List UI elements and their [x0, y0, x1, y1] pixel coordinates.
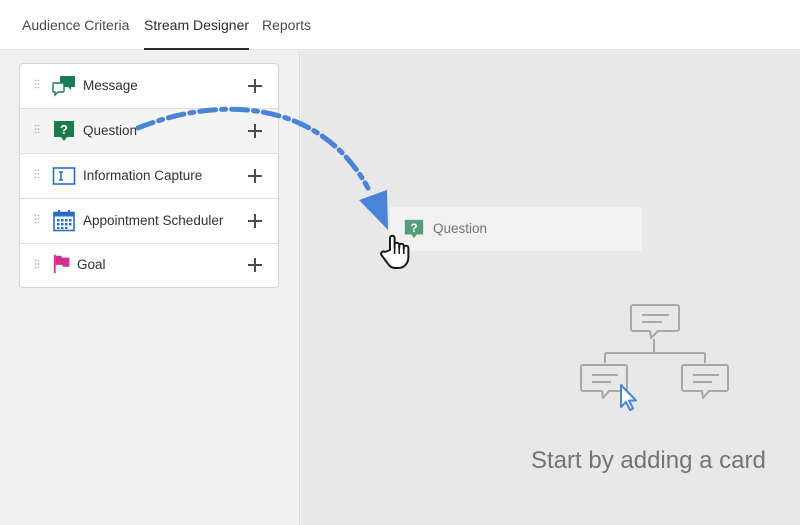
stream-canvas[interactable]: ? Question Start by adding a card — [301, 51, 800, 525]
add-appointment-scheduler-button[interactable] — [247, 213, 263, 229]
flag-icon — [53, 254, 70, 274]
add-question-button[interactable] — [247, 123, 263, 139]
card-type-information-capture[interactable]: Information Capture — [20, 154, 278, 199]
drag-handle-icon[interactable] — [34, 124, 40, 134]
tab-stream-designer[interactable]: Stream Designer — [144, 0, 250, 50]
card-type-label: Message — [83, 78, 138, 93]
tab-reports[interactable]: Reports — [262, 0, 311, 50]
card-palette-panel: Message ? Question Information Capture A… — [0, 51, 300, 525]
add-goal-button[interactable] — [247, 257, 263, 273]
card-type-question[interactable]: ? Question — [20, 109, 278, 154]
drag-handle-icon[interactable] — [34, 169, 40, 179]
question-icon: ? — [54, 121, 74, 141]
drag-handle-icon[interactable] — [34, 214, 40, 224]
calendar-icon — [53, 210, 75, 232]
svg-text:?: ? — [60, 122, 68, 137]
message-icon — [52, 76, 75, 97]
card-type-appointment-scheduler[interactable]: Appointment Scheduler — [20, 199, 278, 244]
drag-handle-icon[interactable] — [34, 79, 40, 89]
card-type-list: Message ? Question Information Capture A… — [19, 63, 279, 288]
tab-audience-criteria[interactable]: Audience Criteria — [22, 0, 129, 50]
card-tree-icon — [580, 304, 729, 411]
empty-state-message: Start by adding a card — [531, 447, 766, 474]
drag-preview-card[interactable]: ? Question — [390, 207, 642, 251]
card-type-label: Goal — [77, 257, 106, 272]
hand-cursor-icon — [380, 234, 410, 269]
card-type-message[interactable]: Message — [20, 64, 278, 109]
card-type-goal[interactable]: Goal — [20, 244, 278, 287]
add-information-capture-button[interactable] — [247, 168, 263, 184]
card-type-label: Question — [83, 123, 138, 138]
drag-handle-icon[interactable] — [34, 259, 40, 269]
tab-bar: Audience Criteria Stream Designer Report… — [0, 0, 800, 50]
add-message-button[interactable] — [247, 78, 263, 94]
card-type-label: Information Capture — [83, 168, 203, 183]
card-type-label: Appointment Scheduler — [83, 213, 224, 228]
drag-preview-label: Question — [433, 221, 488, 236]
text-input-icon — [52, 167, 76, 185]
